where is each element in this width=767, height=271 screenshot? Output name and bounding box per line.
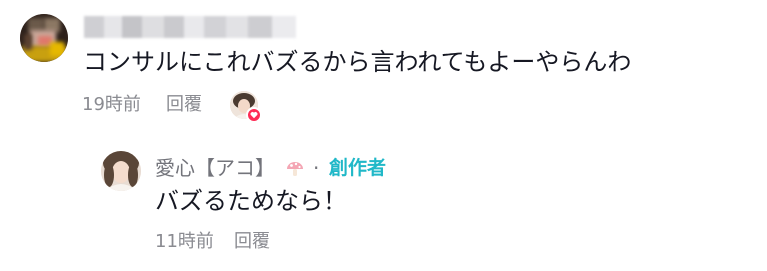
- separator-dot: ·: [313, 156, 320, 180]
- comment-text: コンサルにこれバズるから言われてもよーやらんわ: [83, 48, 632, 76]
- mushroom-emoji-icon: [285, 159, 305, 179]
- creator-username[interactable]: 愛心【アコ】: [155, 154, 275, 182]
- commenter-username-blurred[interactable]: [84, 16, 296, 38]
- creator-badge: 創作者: [329, 157, 387, 179]
- creator-avatar[interactable]: [101, 151, 141, 191]
- commenter-avatar[interactable]: [20, 14, 68, 62]
- reply-text: バズるためなら！: [155, 187, 347, 215]
- like-heart-icon: [246, 107, 262, 123]
- comment-reply-button[interactable]: 回覆: [166, 93, 202, 117]
- reply-reply-button[interactable]: 回覆: [234, 230, 270, 254]
- comment-timestamp: 19時前: [82, 94, 141, 115]
- reply-timestamp: 11時前: [155, 231, 214, 252]
